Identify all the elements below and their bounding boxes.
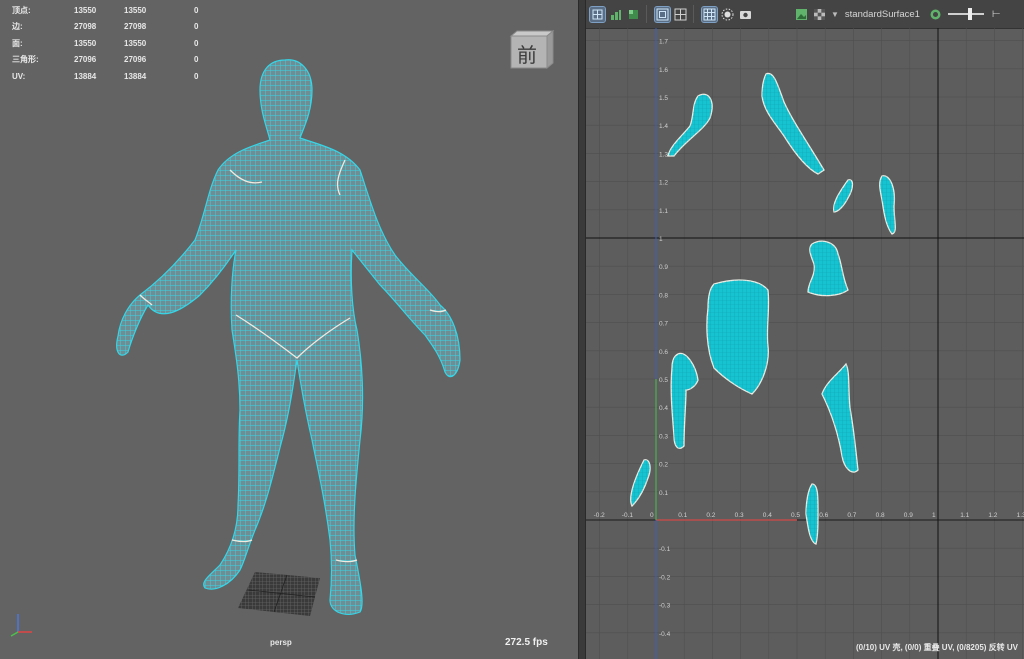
u-tick-label: 1.3 xyxy=(1017,512,1024,519)
uv-editor[interactable]: ▼ standardSurface1 ⊢ 1.7 1.6 1.5 1.4 1.3 1.2 1… xyxy=(586,0,1024,659)
u-tick-label: 0.1 xyxy=(678,512,687,519)
uv-layout-button[interactable] xyxy=(589,5,606,23)
uv-grid-button[interactable] xyxy=(673,7,688,22)
sun-icon xyxy=(721,8,734,20)
u-tick-label: -0.1 xyxy=(622,512,634,519)
v-tick-label: 1.3 xyxy=(659,151,668,158)
uv-shell-mesh xyxy=(762,73,824,174)
toolbar-separator xyxy=(693,5,694,23)
shaded-uv-icon xyxy=(611,9,621,20)
v-tick-label: 0.3 xyxy=(659,433,668,440)
v-tick-label: 1 xyxy=(659,236,663,243)
shader-name[interactable]: standardSurface1 xyxy=(845,9,920,20)
checker-icon xyxy=(814,8,825,20)
uv-shell-mesh xyxy=(822,364,858,473)
v-tick-label: 1.7 xyxy=(659,39,668,46)
distortion-icon xyxy=(629,9,638,19)
v-tick-label: 0.1 xyxy=(659,490,668,497)
u-tick-label: 0.5 xyxy=(791,512,800,519)
v-tick-label: 1.6 xyxy=(659,67,668,74)
u-tick-label: 0.3 xyxy=(735,512,744,519)
uv-shells xyxy=(630,72,896,545)
chevron-down-icon[interactable]: ▼ xyxy=(831,10,839,19)
v-tick-label: -0.3 xyxy=(659,603,671,610)
uv-toolbar: ▼ standardSurface1 ⊢ xyxy=(586,0,1024,29)
viewcube-label: 前 xyxy=(517,43,537,67)
grid-toggle-button[interactable] xyxy=(701,5,718,23)
viewcube[interactable]: 前 xyxy=(509,29,555,70)
grid-quad-icon xyxy=(592,9,603,19)
image-icon xyxy=(796,8,807,20)
checker-button[interactable] xyxy=(812,7,827,22)
gamma-icon[interactable]: ⊢ xyxy=(992,9,1001,20)
u-tick-label: 0.9 xyxy=(904,512,913,519)
u-tick-label: 1 xyxy=(932,512,936,519)
refresh-button[interactable] xyxy=(928,7,943,22)
v-tick-label: 0.5 xyxy=(659,377,668,384)
uv-status-text: (0/10) UV 壳, (0/0) 重叠 UV, (0/8205) 反转 UV xyxy=(856,643,1018,652)
u-tick-label: -0.2 xyxy=(594,512,606,519)
uv-shell-mesh xyxy=(879,175,896,234)
uv-grid-icon xyxy=(674,8,687,20)
v-tick-label: 0.2 xyxy=(659,462,668,469)
v-tick-label: 0.8 xyxy=(659,292,668,299)
u-tick-label: 0 xyxy=(650,512,654,519)
uv-grid-canvas[interactable]: 1.7 1.6 1.5 1.4 1.3 1.2 1.1 1 0.9 0.8 0.7 0.6 0.5 0.4… xyxy=(586,28,1024,659)
v-tick-label: 0.7 xyxy=(659,321,668,328)
body-mesh xyxy=(116,59,461,615)
uv-shell-mesh xyxy=(706,280,769,394)
toolbar-separator xyxy=(646,5,647,23)
v-tick-label: -0.1 xyxy=(659,546,671,553)
u-tick-label: 0.7 xyxy=(847,512,856,519)
grid-icon xyxy=(703,8,716,20)
texture-toggle-button[interactable] xyxy=(794,7,809,22)
distortion-button[interactable] xyxy=(626,7,641,22)
sun-button[interactable] xyxy=(720,7,735,22)
v-tick-label: 1.5 xyxy=(659,95,668,102)
frame-icon xyxy=(656,8,669,20)
v-tick-label: -0.4 xyxy=(659,631,671,638)
checker-green-button[interactable] xyxy=(608,7,623,22)
u-tick-label: 0.8 xyxy=(876,512,885,519)
refresh-icon xyxy=(930,9,941,19)
panel-divider[interactable] xyxy=(578,0,586,659)
camera-name: persp xyxy=(270,638,292,647)
character-wireframe[interactable] xyxy=(0,0,578,659)
u-tick-label: 0.4 xyxy=(763,512,772,519)
axis-gizmo-icon xyxy=(10,614,32,637)
v-tick-label: 1.1 xyxy=(659,208,668,215)
v-tick-label: 1.4 xyxy=(659,123,668,130)
u-tick-label: 0.2 xyxy=(706,512,715,519)
perspective-viewport[interactable]: 顶点: 13550 13550 0 边: 27098 27098 0 面: 13550 1355… xyxy=(0,0,578,659)
u-tick-label: 1.1 xyxy=(960,512,969,519)
v-tick-label: 0.6 xyxy=(659,349,668,356)
u-tick-label: 0.6 xyxy=(819,512,828,519)
slider-handle[interactable] xyxy=(967,8,972,20)
v-tick-label: 0.9 xyxy=(659,264,668,271)
v-tick-label: 1.2 xyxy=(659,180,668,187)
v-tick-label: 0.4 xyxy=(659,405,668,412)
fps-readout: 272.5 fps xyxy=(505,637,548,648)
camera-icon xyxy=(740,10,751,19)
exposure-slider[interactable] xyxy=(947,7,984,21)
v-tick-label: -0.2 xyxy=(659,574,671,581)
uv-frame-button[interactable] xyxy=(654,5,671,23)
ground-grid-icon xyxy=(238,572,320,616)
u-tick-label: 1.2 xyxy=(988,512,997,519)
snapshot-button[interactable] xyxy=(738,7,753,22)
